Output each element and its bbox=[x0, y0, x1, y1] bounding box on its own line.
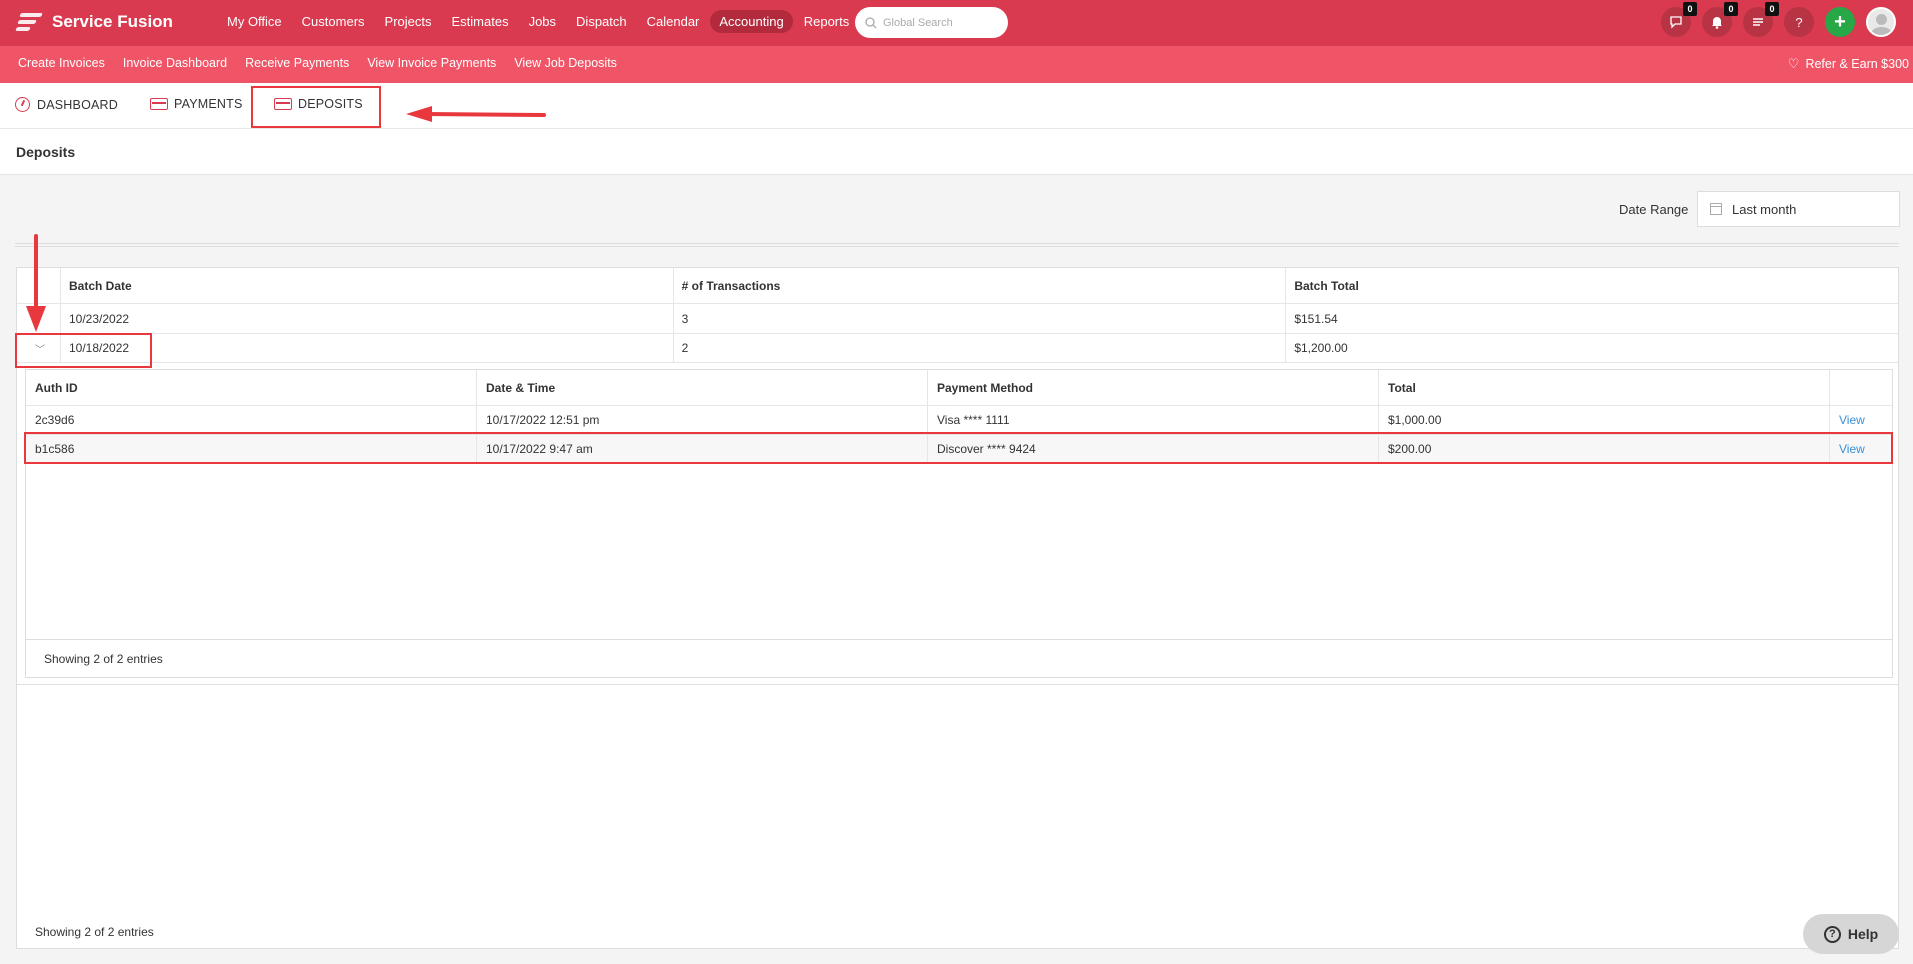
list-icon bbox=[1753, 18, 1763, 26]
main-nav: My Office Customers Projects Estimates J… bbox=[218, 10, 860, 33]
date-range-label: Date Range bbox=[1619, 202, 1689, 217]
transactions-table: Auth ID Date & Time Payment Method Total… bbox=[25, 369, 1893, 678]
payment-method-cell: Visa **** 1111 bbox=[928, 406, 1379, 434]
top-navbar: Service Fusion My Office Customers Proje… bbox=[0, 0, 1913, 46]
tasks-button[interactable]: 0 bbox=[1743, 2, 1779, 37]
help-menu-button[interactable]: ? bbox=[1784, 7, 1814, 37]
tab-payments-label: PAYMENTS bbox=[174, 97, 243, 111]
nav-jobs[interactable]: Jobs bbox=[520, 10, 565, 33]
user-avatar[interactable] bbox=[1866, 7, 1896, 37]
annotation-box-transaction-row bbox=[24, 432, 1893, 464]
tasks-badge: 0 bbox=[1765, 2, 1779, 16]
header-auth-id[interactable]: Auth ID bbox=[26, 370, 477, 406]
notifications-button[interactable]: 0 bbox=[1702, 2, 1738, 37]
nav-my-office[interactable]: My Office bbox=[218, 10, 291, 33]
batch-date-cell: 10/18/2022 bbox=[61, 334, 674, 362]
header-date-time[interactable]: Date & Time bbox=[477, 370, 928, 406]
nav-estimates[interactable]: Estimates bbox=[443, 10, 518, 33]
notifications-badge: 0 bbox=[1724, 2, 1738, 16]
help-button[interactable]: ? Help bbox=[1803, 914, 1899, 954]
global-search[interactable] bbox=[855, 7, 1008, 38]
plus-icon: + bbox=[1834, 10, 1846, 33]
header-total[interactable]: Total bbox=[1379, 370, 1830, 406]
table-row[interactable]: ﹀ 10/18/2022 2 $1,200.00 bbox=[17, 334, 1898, 363]
logo-mark-icon bbox=[15, 9, 46, 35]
divider bbox=[15, 243, 1899, 247]
chat-button[interactable]: 0 bbox=[1661, 2, 1697, 37]
transactions-footer: Showing 2 of 2 entries bbox=[26, 639, 1892, 678]
chat-icon bbox=[1670, 16, 1682, 29]
nav-accounting[interactable]: Accounting bbox=[710, 10, 793, 33]
accounting-subnav: Create Invoices Invoice Dashboard Receiv… bbox=[9, 56, 626, 70]
nav-reports[interactable]: Reports bbox=[795, 10, 859, 33]
nav-calendar[interactable]: Calendar bbox=[638, 10, 709, 33]
batch-total-cell: $151.54 bbox=[1294, 311, 1338, 326]
date-time-cell: 10/17/2022 12:51 pm bbox=[477, 406, 928, 434]
view-link[interactable]: View bbox=[1830, 406, 1892, 434]
batches-footer: Showing 2 of 2 entries bbox=[35, 925, 154, 939]
total-cell: $1,000.00 bbox=[1379, 406, 1830, 434]
annotation-arrow-down bbox=[26, 234, 46, 332]
table-row: 2c39d6 10/17/2022 12:51 pm Visa **** 111… bbox=[26, 406, 1892, 435]
tab-payments[interactable]: PAYMENTS bbox=[150, 97, 243, 111]
nav-dispatch[interactable]: Dispatch bbox=[567, 10, 636, 33]
subnav-view-invoice-payments[interactable]: View Invoice Payments bbox=[358, 56, 505, 70]
refer-earn-label: Refer & Earn $300 bbox=[1805, 57, 1909, 71]
transactions-header-row: Auth ID Date & Time Payment Method Total bbox=[26, 370, 1892, 406]
app-logo[interactable]: Service Fusion bbox=[15, 9, 173, 35]
header-batch-date[interactable]: Batch Date bbox=[61, 268, 674, 303]
nav-customers[interactable]: Customers bbox=[293, 10, 374, 33]
divider bbox=[17, 684, 1898, 685]
question-icon: ? bbox=[1795, 14, 1803, 30]
header-transactions[interactable]: # of Transactions bbox=[674, 268, 1287, 303]
header-action bbox=[1830, 370, 1892, 406]
transactions-cell: 2 bbox=[674, 334, 1287, 362]
top-icons: 0 0 0 ? + bbox=[1661, 2, 1896, 37]
credit-card-icon bbox=[150, 98, 168, 110]
header-batch-total[interactable]: Batch Total bbox=[1286, 268, 1898, 303]
bell-icon bbox=[1712, 17, 1722, 29]
batch-date-cell: 10/23/2022 bbox=[61, 304, 674, 333]
search-input[interactable] bbox=[883, 16, 993, 29]
header-payment-method[interactable]: Payment Method bbox=[928, 370, 1379, 406]
subnav-receive-payments[interactable]: Receive Payments bbox=[236, 56, 358, 70]
annotation-arrow-left bbox=[406, 106, 546, 122]
subnav-invoice-dashboard[interactable]: Invoice Dashboard bbox=[114, 56, 236, 70]
question-circle-icon: ? bbox=[1823, 925, 1841, 943]
chat-badge: 0 bbox=[1683, 2, 1697, 16]
batch-total-cell: $1,200.00 bbox=[1294, 341, 1348, 355]
page-title: Deposits bbox=[16, 144, 76, 160]
tab-dashboard-label: DASHBOARD bbox=[37, 97, 118, 112]
date-range-value: Last month bbox=[1732, 201, 1797, 217]
transactions-cell: 3 bbox=[674, 304, 1287, 333]
tab-dashboard[interactable]: DASHBOARD bbox=[15, 97, 118, 112]
help-label: Help bbox=[1847, 926, 1879, 942]
nav-projects[interactable]: Projects bbox=[376, 10, 441, 33]
refer-earn-link[interactable]: ♡ Refer & Earn $300 bbox=[1788, 56, 1909, 72]
batches-header-row: Batch Date # of Transactions Batch Total bbox=[17, 268, 1898, 304]
annotation-box-deposits-tab bbox=[251, 86, 381, 128]
annotation-box-batch-row bbox=[15, 333, 152, 368]
search-icon bbox=[865, 16, 877, 28]
subnav-create-invoices[interactable]: Create Invoices bbox=[9, 56, 114, 70]
date-range-picker[interactable]: Last month bbox=[1697, 191, 1900, 227]
table-row[interactable]: 10/23/2022 3 $151.54 bbox=[17, 304, 1898, 334]
subnav-view-job-deposits[interactable]: View Job Deposits bbox=[505, 56, 626, 70]
app-name: Service Fusion bbox=[52, 12, 173, 31]
gauge-icon bbox=[15, 97, 30, 112]
auth-id-cell: 2c39d6 bbox=[26, 406, 477, 434]
sub-navbar: Create Invoices Invoice Dashboard Receiv… bbox=[0, 46, 1913, 83]
batches-table: Batch Date # of Transactions Batch Total… bbox=[16, 267, 1899, 949]
calendar-icon bbox=[1710, 203, 1722, 215]
quick-add-button[interactable]: + bbox=[1825, 7, 1855, 37]
heart-icon: ♡ bbox=[1787, 56, 1800, 71]
